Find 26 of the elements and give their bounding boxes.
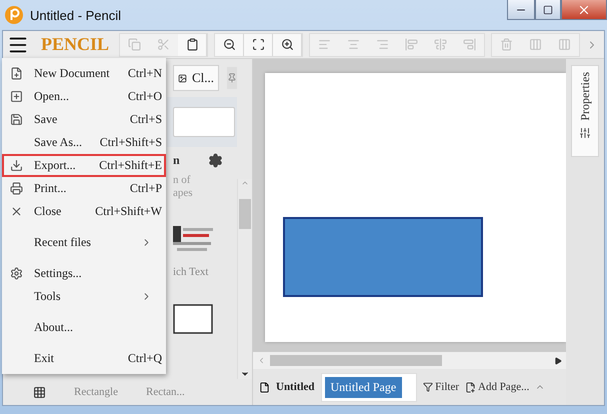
shape-label: ich Text xyxy=(173,266,210,278)
filter-button[interactable]: Filter xyxy=(423,381,459,393)
shape-label: Rectan... xyxy=(146,386,185,398)
collection-description: n of xyxy=(173,174,192,188)
collection-button[interactable]: Cl... xyxy=(173,65,219,91)
document-name: Untitled xyxy=(276,381,314,393)
menu-item[interactable]: Recent files xyxy=(2,231,166,254)
menu-item[interactable]: New Document Ctrl+N xyxy=(2,62,166,85)
menu-item[interactable]: Close Ctrl+Shift+W xyxy=(2,200,166,223)
menu-item[interactable]: About... xyxy=(2,316,166,339)
collection-description: apes xyxy=(173,187,194,200)
add-page-button[interactable]: Add Page... xyxy=(465,381,530,393)
menu-item[interactable]: Exit Ctrl+Q xyxy=(2,347,166,370)
menu-item[interactable]: Print... Ctrl+P xyxy=(2,177,166,200)
properties-tab[interactable]: Properties xyxy=(571,65,599,157)
menu-item[interactable]: Export... Ctrl+Shift+E xyxy=(2,154,166,177)
collection-heading: n xyxy=(173,153,181,168)
menu-item[interactable]: Tools xyxy=(2,285,166,308)
app-logo: PENCIL xyxy=(41,34,110,55)
menu-item[interactable]: Open... Ctrl+O xyxy=(2,85,166,108)
menu-item[interactable]: Settings... xyxy=(2,262,166,285)
shape-label: Rectangle xyxy=(74,386,118,398)
menu-item[interactable]: Save Ctrl+S xyxy=(2,108,166,131)
window-title: Untitled - Pencil xyxy=(30,8,122,22)
menu-item[interactable]: Save As... Ctrl+Shift+S xyxy=(2,131,166,154)
page-tab[interactable]: Untitled Page xyxy=(324,376,402,398)
